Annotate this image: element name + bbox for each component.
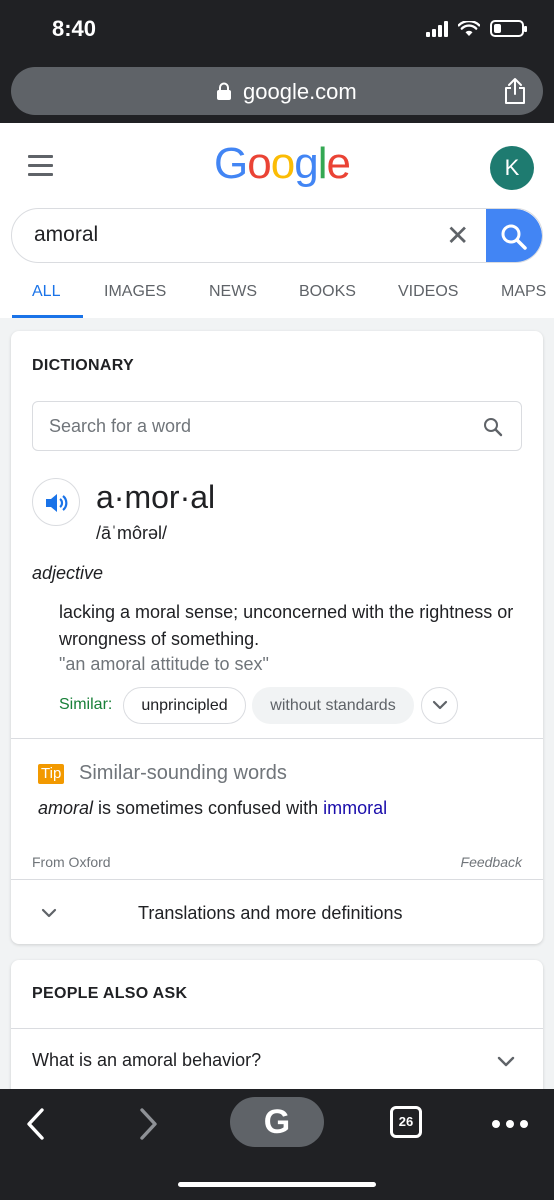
browser-toolbar: G 26 [0, 1089, 554, 1200]
logo-letter: o [247, 139, 272, 188]
more-menu-icon[interactable] [492, 1120, 528, 1128]
people-also-ask-card: PEOPLE ALSO ASK What is an amoral behavi… [11, 960, 543, 1100]
word-search-placeholder: Search for a word [49, 416, 192, 436]
logo-letter: g [294, 139, 319, 188]
logo-letter: o [270, 139, 296, 188]
signal-icon [426, 20, 448, 37]
tip-badge: Tip [38, 764, 65, 784]
logo-letter: e [326, 139, 351, 188]
example: "an amoral attitude to sex" [59, 654, 269, 674]
tab-news[interactable]: NEWS [209, 283, 257, 301]
lock-icon [217, 82, 231, 100]
search-button[interactable] [486, 209, 542, 262]
tab-all[interactable]: ALL [32, 283, 60, 301]
pronunciation-button[interactable] [32, 478, 80, 526]
search-input[interactable]: amoral [34, 223, 98, 247]
expand-similar-button[interactable] [421, 687, 458, 724]
tip-title: Similar-sounding words [79, 762, 287, 784]
tip-link[interactable]: immoral [323, 798, 387, 818]
avatar[interactable]: K [490, 146, 534, 190]
definition: lacking a moral sense; unconcerned with … [59, 602, 514, 649]
active-tab-indicator [12, 315, 83, 318]
paa-question[interactable]: What is an amoral behavior? [32, 1050, 261, 1071]
headword: a·mor·al [96, 479, 216, 515]
clear-icon[interactable]: ✕ [446, 219, 469, 252]
tip-word: amoral [38, 798, 94, 818]
url-text: google.com [243, 79, 357, 104]
tip-middle: is sometimes confused with [93, 798, 324, 818]
feedback-link[interactable]: Feedback [461, 854, 522, 870]
chevron-down-icon[interactable] [496, 1055, 516, 1067]
chevron-down-icon [432, 700, 448, 710]
search-box[interactable]: amoral ✕ [11, 208, 543, 263]
divider [11, 738, 543, 739]
url-bar[interactable]: google.com [11, 67, 543, 115]
similar-label: Similar: [59, 696, 113, 713]
tip-text: amoral is sometimes confused with immora… [38, 798, 387, 819]
speaker-icon [46, 494, 68, 512]
search-icon[interactable] [483, 417, 503, 437]
status-time: 8:40 [52, 16, 97, 41]
divider [11, 879, 543, 880]
dictionary-title: DICTIONARY [32, 357, 134, 374]
more-definitions-toggle[interactable]: Translations and more definitions [138, 903, 402, 924]
menu-icon[interactable] [28, 155, 53, 182]
divider [11, 1028, 543, 1029]
forward-icon[interactable] [136, 1107, 160, 1141]
tab-images[interactable]: IMAGES [104, 283, 166, 301]
search-icon [501, 224, 527, 250]
word-search-field[interactable]: Search for a word [32, 401, 522, 451]
status-icons [426, 20, 527, 37]
share-icon[interactable] [503, 77, 527, 105]
tab-maps[interactable]: MAPS [501, 283, 546, 301]
browser-chrome: 8:40 google.com [0, 0, 554, 123]
similar-chip[interactable]: without standards [252, 687, 414, 724]
logo-letter: G [214, 139, 248, 188]
google-home-button[interactable]: G [230, 1097, 324, 1147]
tab-books[interactable]: BOOKS [299, 283, 356, 301]
chevron-down-icon[interactable] [40, 907, 58, 919]
search-tabs: ALL IMAGES NEWS BOOKS VIDEOS MAPS [0, 278, 554, 318]
tab-videos[interactable]: VIDEOS [398, 283, 458, 301]
home-indicator [178, 1182, 376, 1187]
dictionary-card: DICTIONARY Search for a word a·mor·al /ā… [11, 331, 543, 944]
phonetic: /āˈmôrəl/ [96, 523, 168, 543]
source-label: From Oxford [32, 854, 111, 870]
battery-icon [490, 20, 527, 37]
google-logo[interactable]: Google [214, 139, 351, 189]
tabs-button[interactable]: 26 [390, 1106, 422, 1138]
google-header: Google K amoral ✕ ALL IMAGES NEWS BOOKS … [0, 123, 554, 318]
back-icon[interactable] [24, 1107, 48, 1141]
wifi-icon [458, 20, 480, 36]
similar-chip[interactable]: unprincipled [123, 687, 246, 724]
paa-title: PEOPLE ALSO ASK [32, 985, 188, 1002]
part-of-speech: adjective [32, 563, 104, 583]
